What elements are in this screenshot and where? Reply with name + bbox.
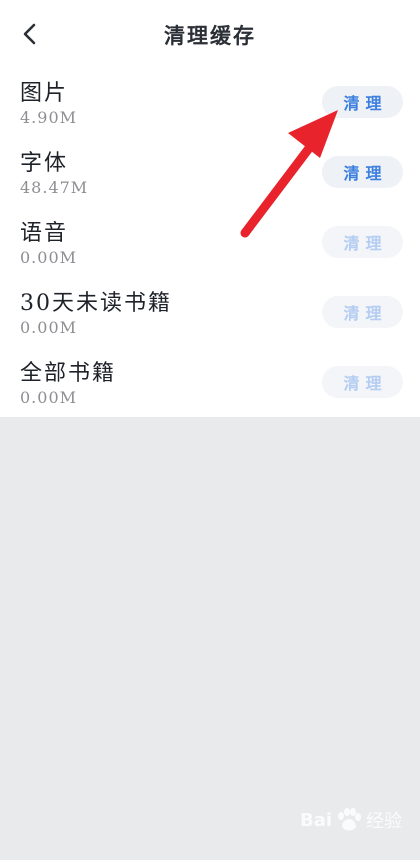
clean-images-button[interactable]: 清理 bbox=[322, 86, 403, 118]
cache-row-images: 图片 4.90M 清理 bbox=[0, 70, 420, 140]
cache-item-name: 全部书籍 bbox=[20, 361, 117, 386]
cache-row-unread-books: 30天未读书籍 0.00M 清理 bbox=[0, 280, 420, 350]
watermark-text-left: Bai bbox=[300, 809, 333, 831]
cache-item-size: 0.00M bbox=[20, 388, 78, 407]
cache-item-size: 0.00M bbox=[20, 318, 78, 337]
baidu-jingyan-watermark: Bai 经验 bbox=[300, 802, 402, 838]
cache-item-size: 4.90M bbox=[20, 108, 78, 127]
cache-item-name: 30天未读书籍 bbox=[20, 291, 172, 316]
cache-item-name: 语音 bbox=[20, 221, 69, 246]
clean-unread-books-button[interactable]: 清理 bbox=[322, 296, 403, 328]
cache-item-name: 图片 bbox=[20, 81, 69, 106]
cache-item-name: 字体 bbox=[20, 151, 69, 176]
cache-item-size: 48.47M bbox=[20, 178, 89, 197]
watermark-text-right: 经验 bbox=[366, 811, 403, 832]
cache-row-all-books: 全部书籍 0.00M 清理 bbox=[0, 350, 420, 420]
cache-row-fonts: 字体 48.47M 清理 bbox=[0, 140, 420, 210]
paw-icon bbox=[338, 808, 362, 831]
clean-voice-button[interactable]: 清理 bbox=[322, 226, 403, 258]
cache-item-size: 0.00M bbox=[20, 248, 78, 267]
cache-row-voice: 语音 0.00M 清理 bbox=[0, 210, 420, 280]
clean-fonts-button[interactable]: 清理 bbox=[322, 156, 403, 188]
page-title: 清理缓存 bbox=[164, 24, 256, 48]
clean-all-books-button[interactable]: 清理 bbox=[322, 366, 403, 398]
cache-settings-panel: 清理缓存 图片 4.90M 清理 字体 48.47M 清理 语音 0.00M 清… bbox=[0, 0, 420, 417]
